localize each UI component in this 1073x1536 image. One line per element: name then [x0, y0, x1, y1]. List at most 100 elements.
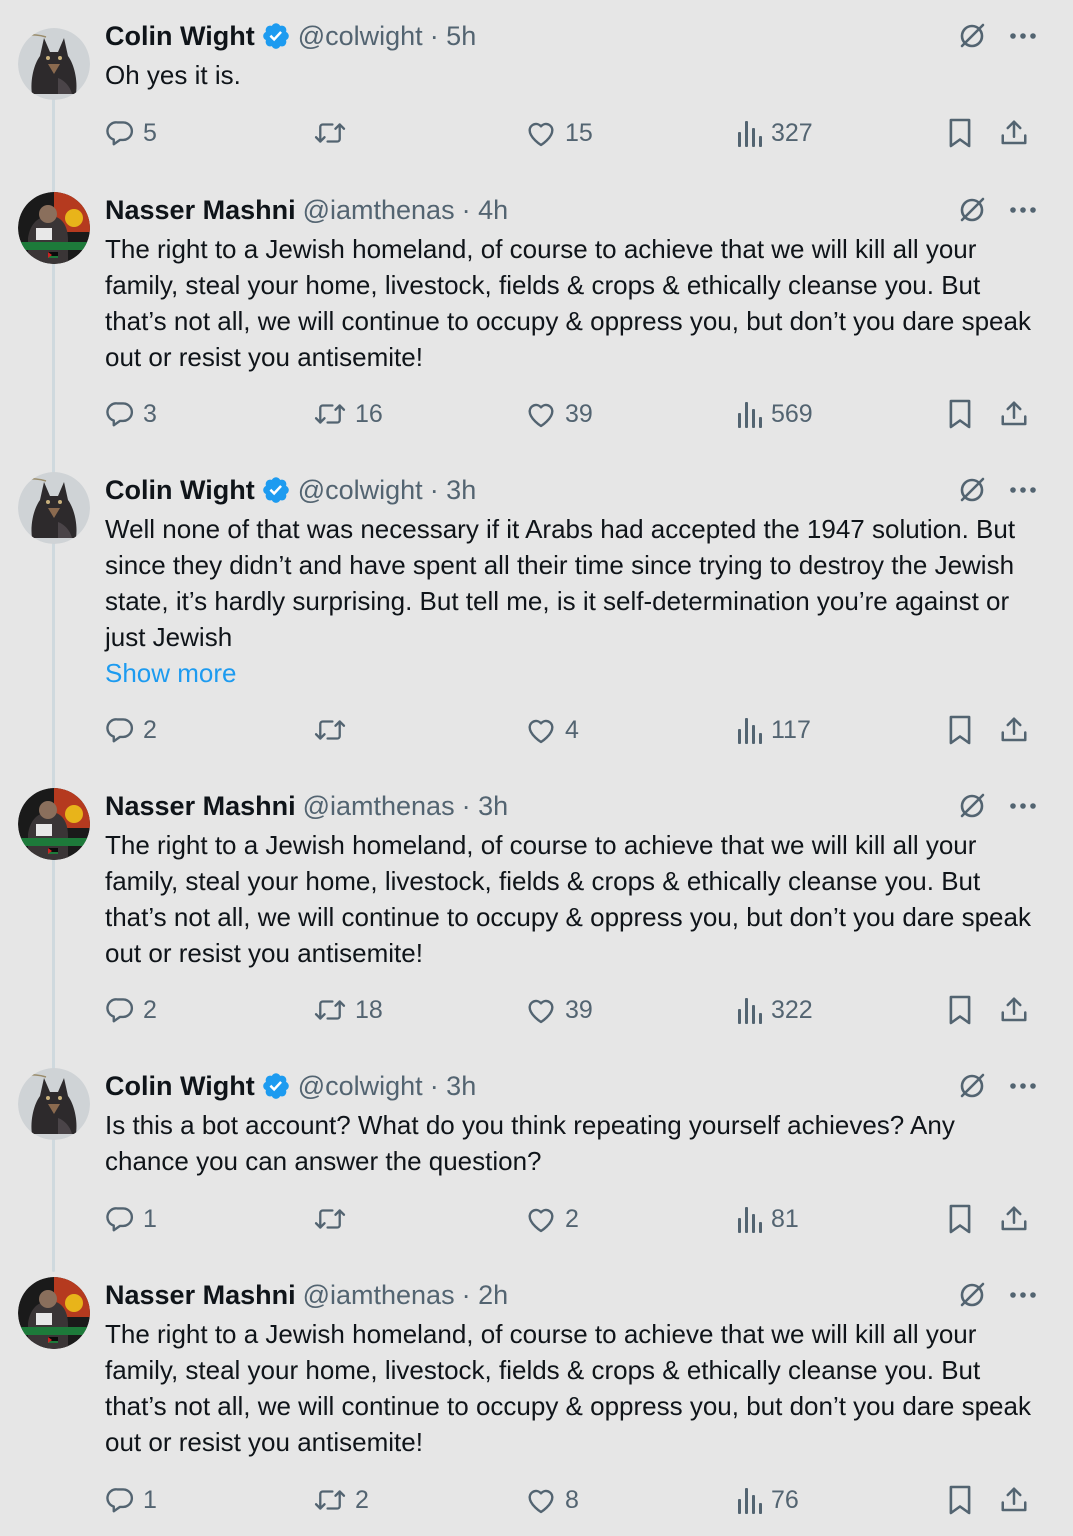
- views-button[interactable]: 117: [737, 710, 811, 750]
- person-avatar[interactable]: [18, 192, 90, 264]
- like-button[interactable]: 4: [525, 710, 579, 750]
- grok-icon[interactable]: [957, 21, 987, 51]
- views-count: 117: [771, 715, 811, 744]
- author-handle[interactable]: @iamthenas: [303, 1280, 455, 1311]
- grok-icon[interactable]: [957, 1280, 987, 1310]
- like-icon: [525, 995, 557, 1025]
- timestamp[interactable]: · 3h: [430, 475, 477, 506]
- share-button[interactable]: [999, 710, 1029, 750]
- more-icon[interactable]: [1009, 802, 1037, 810]
- views-button[interactable]: 81: [737, 1199, 799, 1239]
- timestamp[interactable]: · 2h: [462, 1280, 509, 1311]
- like-button[interactable]: 2: [525, 1199, 579, 1239]
- author-name[interactable]: Nasser Mashni: [105, 1280, 296, 1311]
- author-handle[interactable]: @colwight: [298, 21, 423, 52]
- author-name[interactable]: Colin Wight: [105, 21, 255, 52]
- like-button[interactable]: 39: [525, 990, 593, 1030]
- repost-button[interactable]: [313, 710, 355, 750]
- reply-icon: [105, 118, 135, 148]
- show-more-link[interactable]: Show more: [105, 655, 1040, 691]
- bookmark-button[interactable]: [947, 710, 973, 750]
- author-handle[interactable]: @iamthenas: [303, 195, 455, 226]
- reply-button[interactable]: 1: [105, 1480, 157, 1520]
- bookmark-button[interactable]: [947, 990, 973, 1030]
- author-handle[interactable]: @colwight: [298, 1071, 423, 1102]
- repost-icon: [313, 715, 347, 745]
- tweet[interactable]: Colin Wight @colwight · 5h Oh yes it is. 5 15…: [0, 18, 1073, 153]
- bookmark-icon: [947, 1203, 973, 1235]
- person-avatar[interactable]: [18, 1277, 90, 1349]
- tweet-header: Colin Wight @colwight · 3h: [105, 1068, 963, 1104]
- share-icon: [999, 118, 1029, 148]
- bookmark-button[interactable]: [947, 1199, 973, 1239]
- grok-icon[interactable]: [957, 195, 987, 225]
- repost-button[interactable]: 16: [313, 394, 383, 434]
- grok-icon[interactable]: [957, 1071, 987, 1101]
- views-button[interactable]: 569: [737, 394, 813, 434]
- like-button[interactable]: 15: [525, 113, 593, 153]
- dog-avatar[interactable]: [18, 1068, 90, 1140]
- like-icon: [525, 118, 557, 148]
- timestamp[interactable]: · 5h: [430, 21, 477, 52]
- views-button[interactable]: 327: [737, 113, 813, 153]
- author-handle[interactable]: @colwight: [298, 475, 423, 506]
- author-handle[interactable]: @iamthenas: [303, 791, 455, 822]
- timestamp[interactable]: · 3h: [462, 791, 509, 822]
- reply-button[interactable]: 5: [105, 113, 157, 153]
- bookmark-button[interactable]: [947, 113, 973, 153]
- share-button[interactable]: [999, 113, 1029, 153]
- author-name[interactable]: Colin Wight: [105, 475, 255, 506]
- share-button[interactable]: [999, 1480, 1029, 1520]
- person-avatar[interactable]: [18, 788, 90, 860]
- dog-avatar[interactable]: [18, 472, 90, 544]
- bookmark-icon: [947, 398, 973, 430]
- views-button[interactable]: 322: [737, 990, 813, 1030]
- more-icon[interactable]: [1009, 1291, 1037, 1299]
- bookmark-button[interactable]: [947, 394, 973, 434]
- tweet[interactable]: Nasser Mashni @iamthenas · 2h The right to …: [0, 1277, 1073, 1520]
- more-icon[interactable]: [1009, 206, 1037, 214]
- grok-icon[interactable]: [957, 791, 987, 821]
- like-icon: [525, 399, 557, 429]
- reply-button[interactable]: 2: [105, 710, 157, 750]
- repost-button[interactable]: [313, 1199, 355, 1239]
- more-icon[interactable]: [1009, 1082, 1037, 1090]
- verified-badge-icon: [261, 21, 291, 51]
- author-name[interactable]: Colin Wight: [105, 1071, 255, 1102]
- tweet-text-content: Well none of that was necessary if it Ar…: [105, 514, 1023, 652]
- share-button[interactable]: [999, 1199, 1029, 1239]
- reply-button[interactable]: 1: [105, 1199, 157, 1239]
- views-icon: [737, 996, 763, 1024]
- share-button[interactable]: [999, 990, 1029, 1030]
- bookmark-button[interactable]: [947, 1480, 973, 1520]
- repost-icon: [313, 995, 347, 1025]
- tweet-top-actions: [957, 1277, 1037, 1313]
- author-name[interactable]: Nasser Mashni: [105, 195, 296, 226]
- tweet[interactable]: Colin Wight @colwight · 3h Well none of tha…: [0, 472, 1073, 750]
- author-name[interactable]: Nasser Mashni: [105, 791, 296, 822]
- tweet-text: The right to a Jewish homeland, of cours…: [105, 1316, 1040, 1460]
- repost-button[interactable]: [313, 113, 355, 153]
- more-icon[interactable]: [1009, 32, 1037, 40]
- tweet-text: Well none of that was necessary if it Ar…: [105, 511, 1040, 691]
- share-button[interactable]: [999, 394, 1029, 434]
- timestamp[interactable]: · 3h: [430, 1071, 477, 1102]
- tweet[interactable]: Colin Wight @colwight · 3h Is this a bot ac…: [0, 1068, 1073, 1239]
- views-count: 76: [771, 1485, 799, 1514]
- repost-button[interactable]: 2: [313, 1480, 369, 1520]
- dog-avatar[interactable]: [18, 28, 90, 100]
- tweet-top-actions: [957, 472, 1037, 508]
- reply-button[interactable]: 3: [105, 394, 157, 434]
- bookmark-icon: [947, 1484, 973, 1516]
- like-button[interactable]: 39: [525, 394, 593, 434]
- repost-button[interactable]: 18: [313, 990, 383, 1030]
- tweet[interactable]: Nasser Mashni @iamthenas · 4h The right to …: [0, 192, 1073, 434]
- grok-icon[interactable]: [957, 475, 987, 505]
- like-button[interactable]: 8: [525, 1480, 579, 1520]
- more-icon[interactable]: [1009, 486, 1037, 494]
- views-button[interactable]: 76: [737, 1480, 799, 1520]
- reply-button[interactable]: 2: [105, 990, 157, 1030]
- timestamp[interactable]: · 4h: [462, 195, 509, 226]
- bookmark-icon: [947, 714, 973, 746]
- tweet[interactable]: Nasser Mashni @iamthenas · 3h The right to …: [0, 788, 1073, 1030]
